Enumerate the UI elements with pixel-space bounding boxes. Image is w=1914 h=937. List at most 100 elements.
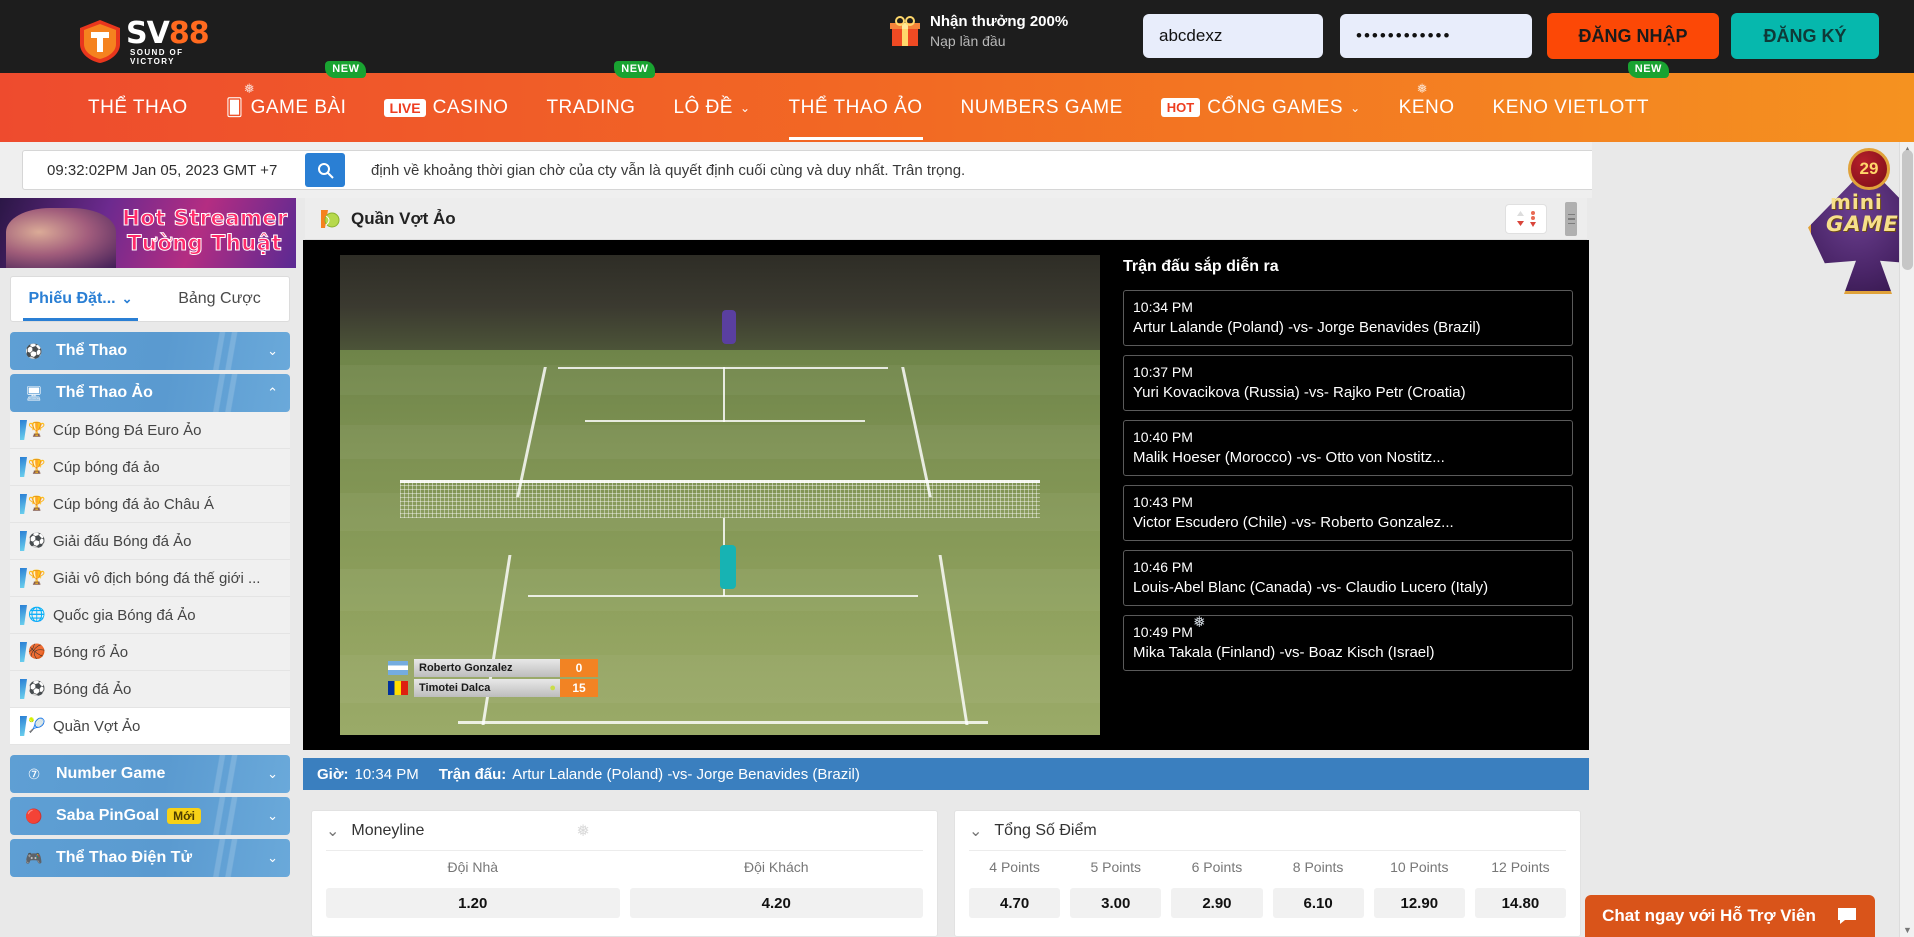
sidebar-item-label: Quần Vợt Ảo [53,717,141,735]
logo-sv-text: SV [126,16,170,51]
virtual-tennis-video[interactable]: Roberto Gonzalez 0 Timotei Dalca ● 15 Trận đ… [303,240,1589,750]
trophy-gold-icon: 🏆 [20,456,45,478]
sidebar-item-4[interactable]: 🏆 Giải vô địch bóng đá thế giới ... [10,560,290,597]
odds-value[interactable]: 1.20 [326,888,620,918]
sidebar-item-5[interactable]: 🌐 Quốc gia Bóng đá Ảo [10,597,290,634]
scroll-thumb[interactable] [1902,150,1913,270]
main-navigation: THỂ THAO 🂠 GAME BÀI NEW ❅ LIVE CASINO TRADING NE… [0,61,1914,142]
sort-icon[interactable] [1505,204,1547,234]
username-input[interactable] [1143,14,1323,58]
odds-cell-1[interactable]: 4.20 [629,888,923,918]
court-line [723,367,725,422]
hot-streamer-banner[interactable]: Hot Streamer Tường Thuật [0,198,296,268]
nav-item-5[interactable]: THỂ THAO ẢO [779,73,933,142]
promo-banner-header[interactable]: Nhận thưởng 200% Nạp lần đầu [890,12,1068,51]
nav-item-6[interactable]: NUMBERS GAME [951,73,1133,142]
page-scrollbar[interactable]: ▲ ▼ [1899,142,1914,937]
market-1: ⌄ Tổng Số Điểm 4 Points 5 Points 6 Points 8 P… [954,810,1581,937]
nav-item-label: KENO [1398,96,1455,118]
chevron-down-icon: ⌄ [267,343,278,358]
nav-item-9[interactable]: KENO VIETLOTT NEW [1483,61,1669,142]
odds-value[interactable]: 6.10 [1272,888,1364,918]
sidebar-tab-0[interactable]: Phiếu Đặt... ⌄ [11,277,150,321]
sidebar-item-2[interactable]: 🏆 Cúp bóng đá ảo Châu Á [10,486,290,523]
chevron-down-icon[interactable]: ⌄ [326,821,339,841]
chevron-down-icon[interactable]: ⌄ [969,821,982,841]
panel-header: Quần Vợt Ảo [305,198,1587,240]
upcoming-match-3[interactable]: 10:43 PM Victor Escudero (Chile) -vs- Rob… [1123,485,1573,541]
tennis-icon: 🎾 [20,715,45,737]
nav-item-label: TRADING [546,96,636,118]
search-icon[interactable] [305,153,345,187]
odds-cell-3[interactable]: 6.10 [1272,888,1364,918]
nav-item-2[interactable]: LIVE CASINO [374,73,518,142]
sidebar-group-4[interactable]: 🎮 Thể Thao Điện Tử ⌄ [10,839,290,877]
match-teams: Yuri Kovacikova (Russia) -vs- Rajko Petr… [1133,384,1466,401]
sidebar-item-label: Cúp Bóng Đá Euro Ảo [53,421,202,439]
upcoming-match-2[interactable]: 10:40 PM Malik Hoeser (Morocco) -vs- Otto… [1123,420,1573,476]
sidebar-item-label: Bóng đá Ảo [53,680,132,698]
snowflake-icon: ❅ [576,823,590,840]
odds-cell-0[interactable]: 1.20 [326,888,620,918]
upcoming-match-5[interactable]: 10:49 PM Mika Takala (Finland) -vs- Boaz … [1123,615,1573,671]
minigame-badge[interactable]: mini GAME 29 [1800,148,1914,308]
promo-title: Nhận thưởng 200% [930,13,1069,30]
chat-support-button[interactable]: Chat ngay với Hỗ Trợ Viên [1585,895,1875,937]
sidebar-item-1[interactable]: 🏆 Cúp bóng đá ảo [10,449,290,486]
login-button[interactable]: ĐĂNG NHẬP [1547,13,1719,59]
sidebar-item-6[interactable]: 🏀 Bóng rổ Ảo [10,634,290,671]
sports-ball-icon: ⚽ [25,342,43,359]
number-game-icon: ⑦ [27,765,41,782]
site-logo[interactable]: SV88 SOUND OF VICTORY [78,8,218,66]
nav-item-4[interactable]: LÔ ĐỀ ⌄ [663,73,760,142]
odds-cell-0[interactable]: 4.70 [969,888,1061,918]
sidebar-group-3[interactable]: 🔴 Saba PinGoal Mới ⌄ [10,797,290,835]
odds-cell-5[interactable]: 14.80 [1474,888,1567,918]
odds-cell-2[interactable]: 2.90 [1171,888,1263,918]
sidebar-item-label: Giải vô địch bóng đá thế giới ... [53,569,261,587]
minigame-counter: 29 [1848,148,1890,190]
sidebar-item-8[interactable]: 🎾 Quần Vợt Ảo [10,708,290,745]
live-pill-icon: LIVE [384,98,426,117]
sidebar-tab-1[interactable]: Bảng Cược [150,277,289,321]
sidebar-item-7[interactable]: ⚽ Bóng đá Ảo [10,671,290,708]
market-header[interactable]: ⌄ Moneyline ❅ [326,821,923,851]
scroll-down-arrow[interactable]: ▼ [1903,925,1912,935]
sidebar-item-0[interactable]: 🏆 Cúp Bóng Đá Euro Ảo [10,412,290,449]
sidebar-item-3[interactable]: ⚽ Giải đấu Bóng đá Ảo [10,523,290,560]
left-sidebar: Hot Streamer Tường Thuật Phiếu Đặt... ⌄ Bả… [0,198,300,937]
grip-icon[interactable] [1565,202,1577,236]
nav-item-8[interactable]: KENO ❅ [1389,73,1465,142]
upcoming-match-4[interactable]: 10:46 PM Louis-Abel Blanc (Canada) -vs- C… [1123,550,1573,606]
odds-cell-4[interactable]: 12.90 [1373,888,1465,918]
upcoming-match-1[interactable]: 10:37 PM Yuri Kovacikova (Russia) -vs- Ra… [1123,355,1573,411]
market-header[interactable]: ⌄ Tổng Số Điểm [969,821,1566,851]
market-name: Tổng Số Điểm [994,822,1097,839]
sidebar-group-2[interactable]: ⑦ Number Game ⌄ [10,755,290,793]
register-button[interactable]: ĐĂNG KÝ [1731,13,1879,59]
nav-item-7[interactable]: HOT CỔNG GAMES ⌄ [1151,73,1371,142]
odds-value[interactable]: 2.90 [1171,888,1263,918]
sidebar-item-label: Cúp bóng đá ảo [53,458,160,476]
match-teams: Victor Escudero (Chile) -vs- Roberto Gon… [1133,514,1454,531]
password-input[interactable] [1340,14,1532,58]
sidebar-group-1[interactable]: 🖥 Thể Thao Ảo ⌃ [10,374,290,412]
basketball-icon: 🏀 [20,641,45,663]
nav-item-3[interactable]: TRADING NEW [536,61,656,142]
upcoming-match-0[interactable]: 10:34 PM Artur Lalande (Poland) -vs- Jorg… [1123,290,1573,346]
match-time: 10:46 PM [1133,559,1193,575]
odds-value[interactable]: 3.00 [1070,888,1162,918]
odds-value[interactable]: 4.20 [629,888,923,918]
odds-value[interactable]: 12.90 [1373,888,1465,918]
decor-stripe [196,839,242,877]
nav-item-0[interactable]: THỂ THAO [78,73,198,142]
sidebar-group-0[interactable]: ⚽ Thể Thao ⌄ [10,332,290,370]
banner-line1: Hot Streamer [122,206,288,231]
romania-flag [388,681,408,695]
odds-cell-1[interactable]: 3.00 [1070,888,1162,918]
odds-value[interactable]: 4.70 [969,888,1061,918]
nav-item-1[interactable]: 🂠 GAME BÀI NEW ❅ [216,61,367,142]
odds-value[interactable]: 14.80 [1474,888,1567,918]
sort-arrows-glyph [1517,211,1524,226]
decor-stripe [196,374,242,412]
